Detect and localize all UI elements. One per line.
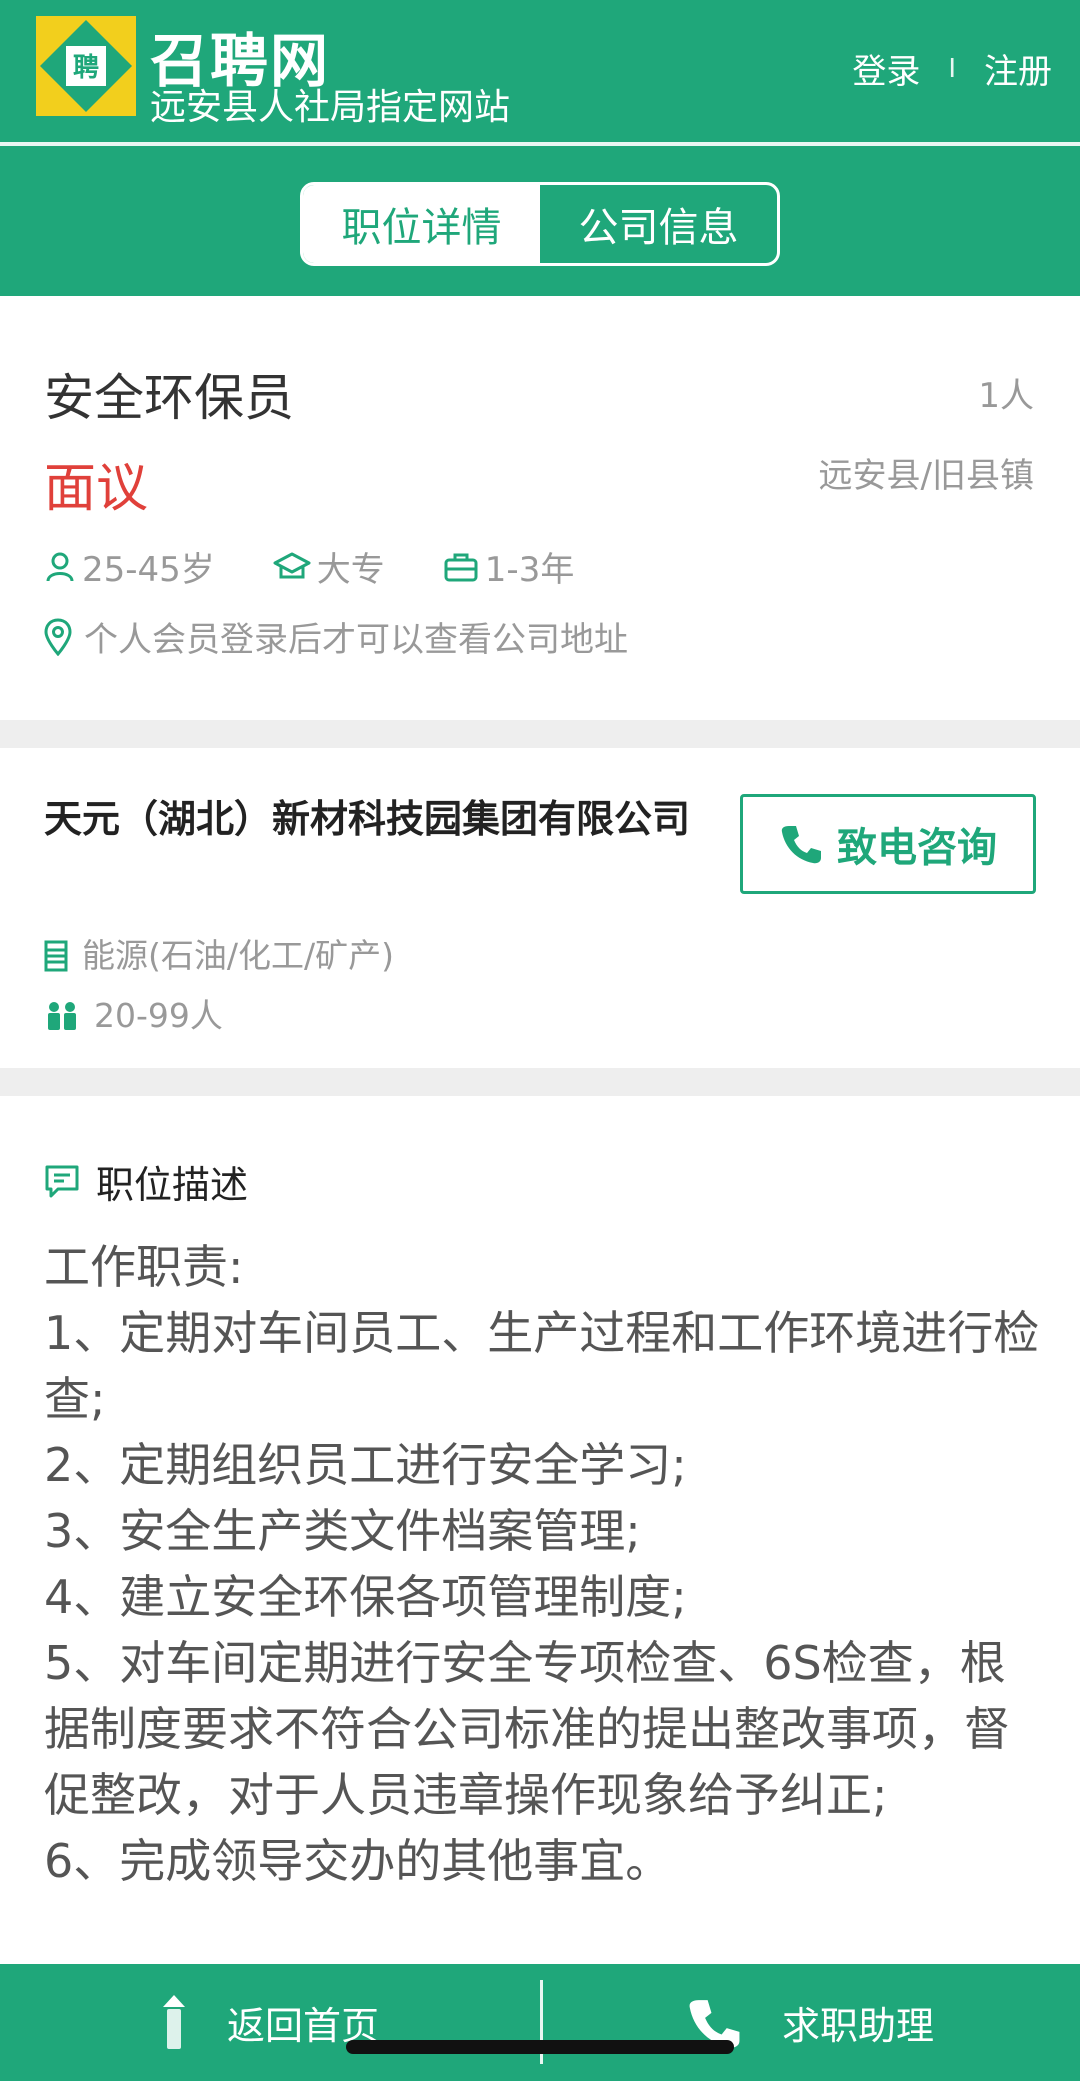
company-size: 20-99人 — [44, 986, 664, 1046]
req-education-value: 大专 — [316, 550, 385, 590]
phone-icon — [781, 826, 821, 864]
description-line: 4、建立安全环保各项管理制度; — [44, 1570, 687, 1624]
company-card: 天元（湖北）新材科技园集团有限公司 致电咨询 能源(石油/化工/矿产) 20-9… — [0, 748, 1080, 1068]
description-line: 3、安全生产类文件档案管理; — [44, 1504, 641, 1558]
job-location: 远安县/旧县镇 — [818, 456, 1034, 496]
company-industry-value: 能源(石油/化工/矿产) — [82, 936, 394, 975]
section-gap — [0, 1068, 1080, 1096]
job-headcount: 1人 — [978, 376, 1034, 416]
site-header: 聘 召聘网 远安县人社局指定网站 登录 I 注册 — [0, 0, 1080, 150]
req-age-value: 25-45岁 — [82, 550, 215, 590]
list-icon — [44, 940, 68, 972]
job-address: 个人会员登录后才可以查看公司地址 — [44, 612, 628, 661]
job-description-section: 职位描述 工作职责: 1、定期对车间员工、生产过程和工作环境进行检查; 2、定期… — [0, 1096, 1080, 1964]
tab-group: 职位详情 公司信息 — [300, 182, 780, 266]
description-line: 1、定期对车间员工、生产过程和工作环境进行检查; — [44, 1306, 1040, 1426]
site-logo-icon[interactable]: 聘 — [36, 16, 136, 116]
description-heading: 职位描述 — [44, 1154, 248, 1209]
req-education: 大专 — [273, 542, 385, 591]
tab-company-info[interactable]: 公司信息 — [540, 185, 777, 263]
description-line: 6、完成领导交办的其他事宜。 — [44, 1834, 672, 1888]
message-icon — [45, 1165, 79, 1197]
req-experience-value: 1-3年 — [484, 550, 575, 590]
person-icon — [46, 552, 74, 581]
description-line: 工作职责: — [44, 1240, 244, 1294]
auth-separator: I — [948, 53, 956, 84]
tab-bar: 职位详情 公司信息 — [0, 150, 1080, 296]
home-icon — [162, 1994, 185, 2049]
job-title: 安全环保员 — [44, 369, 294, 427]
description-line: 5、对车间定期进行安全专项检查、6S检查，根据制度要求不符合公司标准的提出整改事… — [44, 1636, 1010, 1822]
job-salary: 面议 — [44, 459, 149, 519]
description-body: 工作职责: 1、定期对车间员工、生产过程和工作环境进行检查; 2、定期组织员工进… — [44, 1234, 1044, 1894]
job-requirements: 25-45岁 大专 1-3年 — [44, 542, 632, 591]
req-age: 25-45岁 — [44, 542, 215, 591]
logo-text: 聘 — [73, 53, 99, 83]
job-assistant-button[interactable]: 求职助理 — [540, 1964, 1080, 2081]
bottom-action-bar: 返回首页 求职助理 — [0, 1964, 1080, 2081]
register-link[interactable]: 注册 — [984, 44, 1052, 93]
req-experience: 1-3年 — [443, 542, 575, 591]
location-pin-icon — [44, 617, 72, 656]
company-name[interactable]: 天元（湖北）新材科技园集团有限公司 — [44, 788, 704, 850]
job-assistant-label: 求职助理 — [781, 2004, 934, 2048]
briefcase-icon — [444, 553, 478, 581]
call-consult-button[interactable]: 致电咨询 — [740, 794, 1036, 894]
company-size-value: 20-99人 — [94, 996, 223, 1035]
call-consult-label: 致电咨询 — [837, 825, 997, 871]
header-divider — [0, 142, 1080, 146]
description-line: 2、定期组织员工进行安全学习; — [44, 1438, 687, 1492]
people-icon — [48, 1002, 76, 1030]
auth-links: 登录 I 注册 — [852, 44, 1052, 93]
company-meta: 能源(石油/化工/矿产) 20-99人 — [44, 926, 664, 1046]
tab-job-detail[interactable]: 职位详情 — [303, 185, 540, 263]
graduation-cap-icon — [273, 552, 311, 578]
site-subtitle: 远安县人社局指定网站 — [150, 87, 511, 128]
login-link[interactable]: 登录 — [852, 44, 920, 93]
address-notice: 个人会员登录后才可以查看公司地址 — [84, 620, 628, 660]
description-heading-text: 职位描述 — [96, 1163, 249, 1207]
job-summary-card: 安全环保员 1人 面议 远安县/旧县镇 25-45岁 大专 1-3年 个人会员登… — [0, 296, 1080, 720]
section-gap — [0, 720, 1080, 748]
home-indicator[interactable] — [346, 2040, 734, 2054]
company-industry: 能源(石油/化工/矿产) — [44, 926, 664, 986]
home-button[interactable]: 返回首页 — [0, 1964, 540, 2081]
